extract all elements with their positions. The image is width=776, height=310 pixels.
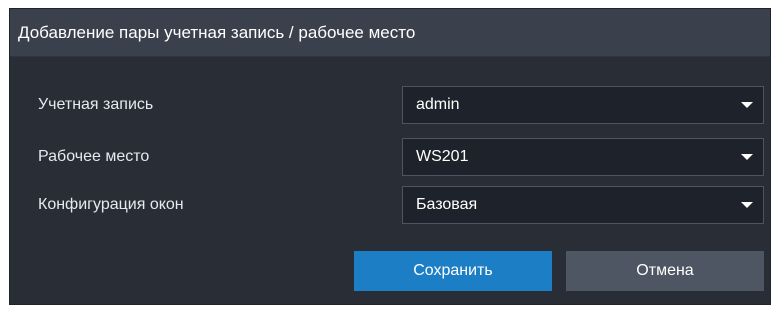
workstation-label: Рабочее место [38, 148, 150, 165]
account-select[interactable]: admin [402, 86, 764, 124]
workstation-select[interactable]: WS201 [402, 138, 764, 176]
caret-down-icon [741, 154, 753, 160]
account-label: Учетная запись [38, 96, 154, 113]
window-config-select-value: Базовая [416, 196, 478, 213]
add-account-workstation-dialog: Добавление пары учетная запись / рабочее… [9, 8, 771, 305]
save-button[interactable]: Сохранить [354, 251, 552, 291]
dialog-title: Добавление пары учетная запись / рабочее… [18, 23, 416, 42]
account-row: Учетная запись admin [10, 86, 770, 124]
window-config-row: Конфигурация окон Базовая [10, 186, 770, 224]
caret-down-icon [741, 202, 753, 208]
workstation-row: Рабочее место WS201 [10, 138, 770, 176]
window-config-label: Конфигурация окон [38, 196, 184, 213]
dialog-header: Добавление пары учетная запись / рабочее… [10, 9, 770, 57]
account-select-value: admin [416, 96, 460, 113]
cancel-button[interactable]: Отмена [566, 251, 764, 291]
caret-down-icon [741, 102, 753, 108]
workstation-select-value: WS201 [416, 148, 469, 165]
window-config-select[interactable]: Базовая [402, 186, 764, 224]
